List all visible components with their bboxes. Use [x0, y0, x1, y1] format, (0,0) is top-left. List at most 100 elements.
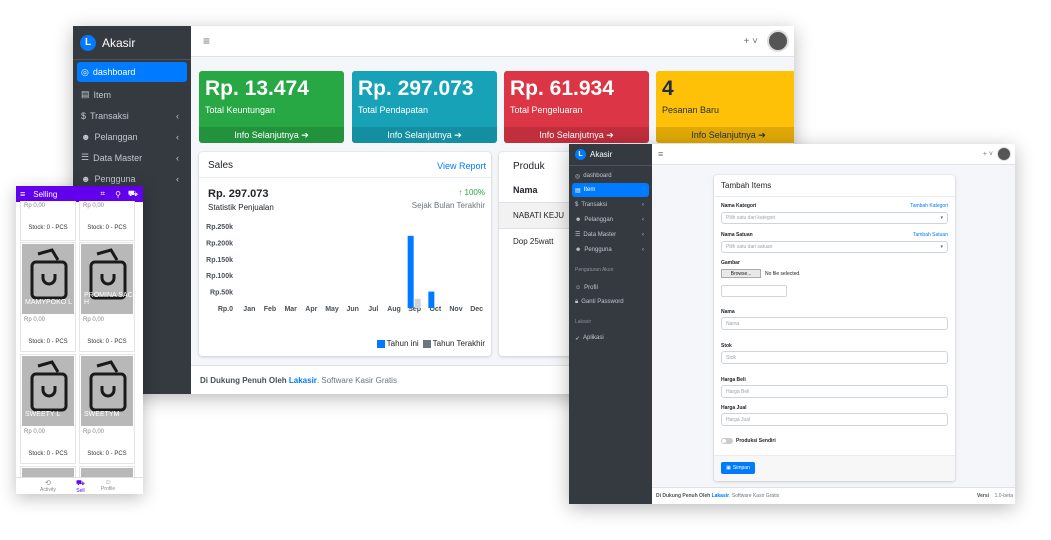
save-label: Simpan: [732, 465, 750, 471]
more-info-link[interactable]: Info Selanjutnya ➔: [352, 127, 497, 143]
scan-icon[interactable]: ⌗: [100, 189, 105, 199]
harga-jual-input[interactable]: Harga Jual: [721, 413, 948, 426]
brand[interactable]: L Akasir: [73, 26, 191, 60]
sidebar-item-ganti-password[interactable]: 🔒︎ Ganti Password: [572, 295, 649, 309]
product-tile[interactable]: Rp 0,00 Stock: 0 - PCS: [79, 201, 135, 241]
sidebar-item-label: Data Master: [93, 152, 143, 163]
sidebar-item-label: Pengguna: [94, 173, 136, 184]
search-icon[interactable]: ⚲: [115, 190, 121, 199]
brand-logo: L: [80, 34, 96, 51]
stat-value: Rp. 297.073: [358, 77, 474, 100]
product-tile[interactable]: SWEETYM Rp 0,00 Stock: 0 - PCS: [79, 354, 135, 464]
select-placeholder: Pilih satu dari satuan: [726, 244, 773, 250]
file-icon: ▤: [81, 89, 90, 99]
sidebar-item-transaksi[interactable]: $ Transaksi ‹: [572, 197, 649, 212]
sidebar-item-pelanggan[interactable]: ☻ Pelanggan ‹: [572, 212, 649, 227]
chevron-down-icon: ▾: [940, 244, 943, 250]
sidebar-item-pengguna[interactable]: ☻ Pengguna ‹: [572, 242, 649, 257]
form-header: Tambah Items: [714, 175, 955, 197]
app-title: Selling: [33, 189, 58, 199]
more-info-link[interactable]: Info Selanjutnya ➔: [199, 127, 344, 143]
nama-input[interactable]: Nama: [721, 317, 948, 330]
sidebar-item-data-master[interactable]: ☰ Data Master ‹: [572, 227, 649, 242]
sales-subtitle: Statistik Penjualan: [208, 203, 274, 212]
more-info-link[interactable]: Info Selanjutnya ➔: [656, 127, 794, 143]
database-icon: ☰: [81, 152, 90, 162]
sidebar-item-item[interactable]: ▤ Item: [77, 84, 187, 105]
sidebar-item-pelanggan[interactable]: ☻ Pelanggan ‹: [77, 126, 187, 147]
product-price: Rp 0,00: [24, 203, 46, 209]
bottom-nav-profile[interactable]: ☺ Profile: [101, 479, 115, 492]
sidebar-item-aplikasi[interactable]: ➶ Aplikasi: [572, 331, 649, 345]
hamburger-icon[interactable]: ≡: [203, 34, 210, 48]
harga-beli-label: Harga Beli: [721, 377, 746, 383]
chevron-left-icon: ‹: [176, 152, 179, 163]
bar-this-year: [428, 291, 435, 308]
harga-beli-input[interactable]: Harga Beli: [721, 385, 948, 398]
x-tick-label: Feb: [264, 306, 276, 313]
chart-legend: Tahun ini Tahun Terakhir: [376, 339, 485, 348]
product-tile[interactable]: PROMINA SAC H Rp 0,00 Stock: 0 - PCS: [79, 242, 135, 352]
stat-label: Total Pendapatan: [358, 105, 429, 115]
history-icon: ⟲: [44, 480, 51, 487]
add-item-form: Tambah Items Nama Kategori Tambah Katego…: [714, 175, 955, 481]
produksi-sendiri-toggle[interactable]: [721, 438, 733, 444]
sidebar-item-data-master[interactable]: ☰ Data Master ‹: [77, 147, 187, 168]
kategori-select[interactable]: Pilih satu dari kategori ▾: [721, 212, 948, 224]
sidebar-item-profil[interactable]: ☺ Profil: [572, 281, 649, 295]
cart-icon[interactable]: ⛟: [128, 189, 138, 199]
product-stock: Stock: 0 - PCS: [28, 225, 68, 231]
product-stock: Stock: 0 - PCS: [28, 451, 68, 457]
bottom-nav-sell[interactable]: ⛟ Sell: [76, 479, 85, 494]
browse-button[interactable]: Browse...: [721, 269, 761, 278]
x-tick-label: Jun: [346, 306, 358, 313]
add-menu[interactable]: + ˅: [983, 151, 993, 158]
chevron-down-icon: ▾: [940, 215, 943, 221]
add-kategori-link[interactable]: Tambah Kategori: [910, 203, 948, 209]
stok-input[interactable]: Stok: [721, 351, 948, 364]
sidebar-item-item[interactable]: ▤ Item: [572, 183, 649, 197]
sidebar-item-transaksi[interactable]: $ Transaksi ‹: [77, 105, 187, 126]
product-tile[interactable]: MAMYPOKO L Rp 0,00 Stock: 0 - PCS: [20, 242, 76, 352]
sidebar-item-label: Transaksi: [581, 201, 608, 208]
profile-icon: ☺: [104, 479, 112, 486]
add-satuan-link[interactable]: Tambah Satuan: [913, 232, 948, 238]
product-tile[interactable]: SWEETY L Rp 0,00 Stock: 0 - PCS: [20, 354, 76, 464]
view-report-link[interactable]: View Report: [437, 161, 486, 171]
hamburger-icon[interactable]: ≡: [658, 149, 663, 159]
product-price: Rp 0,00: [24, 317, 46, 323]
sidebar-item-dashboard[interactable]: ◎ dashboard: [77, 62, 187, 82]
sidebar-nav: ◎ dashboard ▤ Item $ Transaksi ‹ ☻ Pelan…: [73, 60, 191, 191]
product-name: PROMINA SAC H: [84, 292, 133, 306]
sales-chart: Rp.250k Rp.200k Rp.150k Rp.100k Rp.50k Rp.0 Ja…: [206, 224, 483, 313]
table-cell: Dop 25watt: [513, 237, 554, 246]
product-tile[interactable]: Rp 0,00 Stock: 0 - PCS: [20, 201, 76, 241]
sidebar-item-label: Transaksi: [90, 110, 129, 121]
menu-icon[interactable]: ≡: [20, 189, 25, 199]
topbar: ≡ + ˅: [191, 26, 794, 57]
save-button[interactable]: ▣ Simpan: [721, 462, 755, 474]
sidebar-item-dashboard[interactable]: ◎ dashboard: [572, 169, 649, 183]
y-tick-label: Rp.200k: [206, 240, 233, 247]
sidebar-section-header: Pengaturan Akun: [575, 267, 614, 273]
add-menu[interactable]: + ˅: [744, 36, 758, 47]
brand[interactable]: L Akasir: [569, 144, 652, 166]
more-info-link[interactable]: Info Selanjutnya ➔: [504, 127, 649, 143]
product-stock: Stock: 0 - PCS: [87, 225, 127, 231]
chevron-left-icon: ‹: [176, 131, 179, 142]
footer-brand-link[interactable]: Lakasir: [712, 493, 730, 499]
chevron-left-icon: ‹: [642, 246, 644, 253]
nama-label: Nama: [721, 309, 735, 315]
avatar[interactable]: [997, 147, 1011, 161]
footer-brand-link[interactable]: Lakasir: [289, 376, 317, 385]
input-placeholder: Harga Beli: [726, 388, 750, 395]
satuan-select[interactable]: Pilih satu dari satuan ▾: [721, 241, 948, 253]
legend-swatch-this-year: [376, 339, 385, 348]
brand-name: Akasir: [590, 150, 613, 159]
users-icon: ☻: [81, 173, 91, 184]
stat-label: Pesanan Baru: [662, 105, 720, 115]
avatar[interactable]: [767, 30, 789, 52]
bottom-nav-activity[interactable]: ⟲ Activity: [40, 479, 56, 493]
product-price: Rp 0,00: [83, 317, 105, 323]
topbar: ≡ + ˅: [652, 144, 1015, 165]
